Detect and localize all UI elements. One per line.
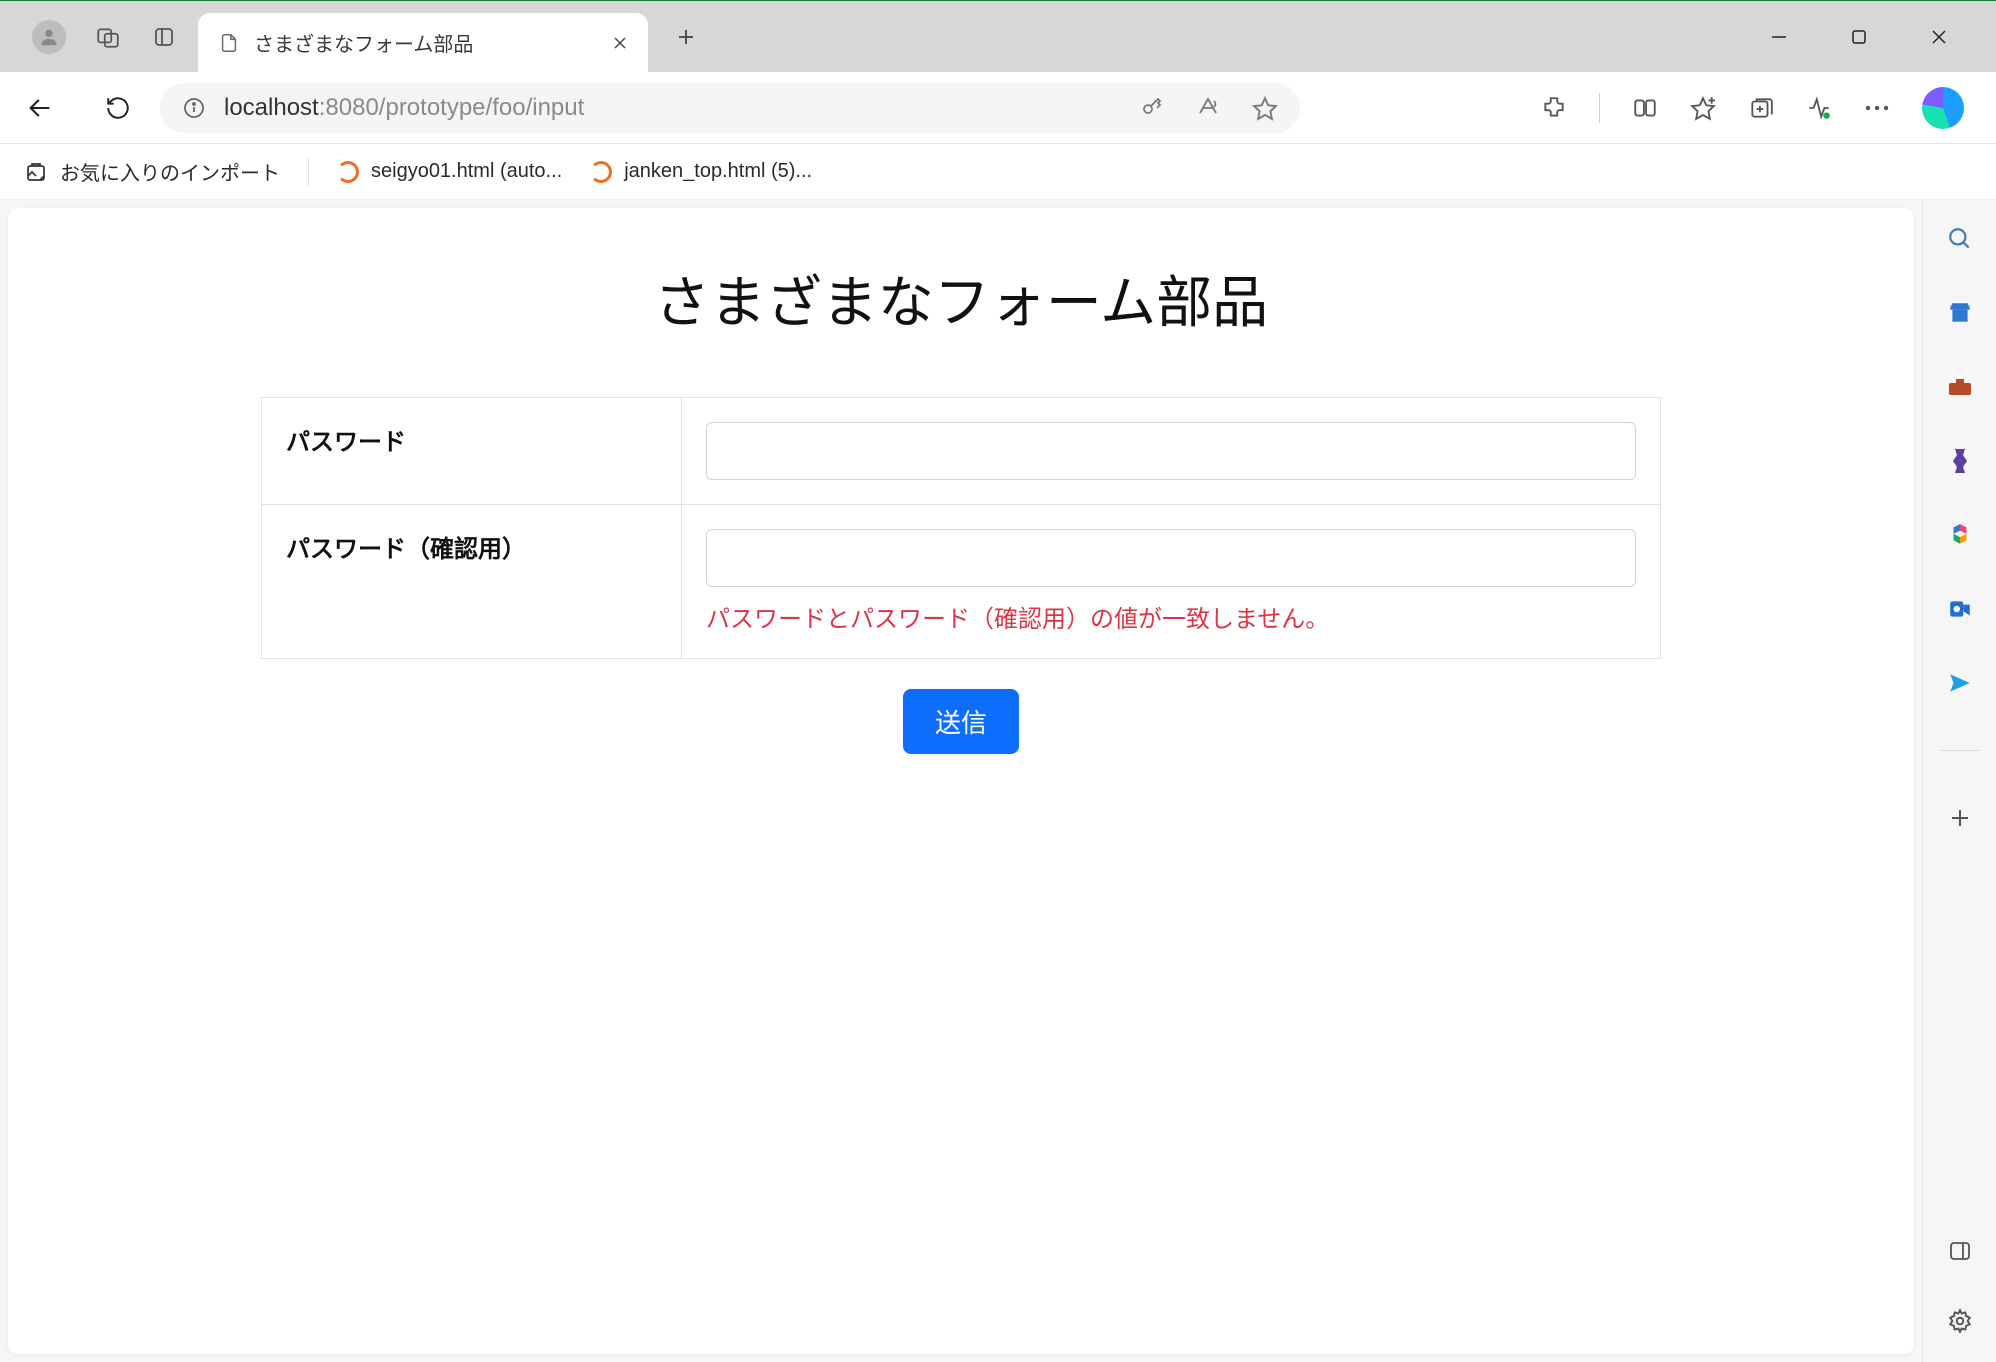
page-title: さまざまなフォーム部品 [261, 258, 1661, 339]
favorites-icon[interactable] [1690, 95, 1716, 121]
person-icon [38, 26, 60, 48]
bookmark-item[interactable]: seigyo01.html (auto... [337, 160, 562, 183]
sidebar-games-icon[interactable] [1945, 446, 1975, 476]
sidebar-tools-icon[interactable] [1945, 372, 1975, 402]
sidebar-search-icon[interactable] [1945, 224, 1975, 254]
password-key-icon[interactable] [1140, 95, 1164, 121]
browser-toolbar: localhost:8080/prototype/foo/input [0, 72, 1996, 144]
password-input[interactable] [706, 422, 1636, 480]
refresh-button[interactable] [98, 88, 138, 128]
new-tab-button[interactable] [672, 23, 700, 51]
error-message: パスワードとパスワード（確認用）の値が一致しません。 [706, 599, 1636, 634]
address-bar[interactable]: localhost:8080/prototype/foo/input [160, 83, 1300, 133]
url-text: localhost:8080/prototype/foo/input [224, 94, 584, 122]
bookmark-label: janken_top.html (5)... [624, 160, 812, 183]
form-table: パスワード パスワード（確認用） パスワードとパスワード（確認用）の値が一致しま… [261, 397, 1661, 659]
copilot-icon[interactable] [1922, 87, 1964, 129]
loading-spinner-icon [337, 161, 359, 183]
titlebar-left [8, 20, 178, 54]
ellipsis-icon [1864, 104, 1890, 112]
browser-titlebar: さまざまなフォーム部品 [0, 0, 1996, 72]
page-icon [218, 32, 240, 54]
bookmarks-import-label: お気に入りのインポート [60, 157, 280, 186]
window-maximize-button[interactable] [1846, 24, 1872, 50]
read-aloud-icon[interactable] [1196, 95, 1220, 121]
url-port: :8080 [319, 94, 379, 121]
split-screen-icon[interactable] [1632, 95, 1658, 121]
url-path: /prototype/foo/input [379, 94, 584, 121]
page-viewport: さまざまなフォーム部品 パスワード パスワード（確認用） パスワードとパスワード… [8, 208, 1914, 1354]
minimize-icon [1769, 27, 1789, 47]
sidebar-panel-icon[interactable] [1945, 1236, 1975, 1266]
arrow-left-icon [26, 94, 54, 122]
plus-icon [1949, 807, 1971, 829]
sidebar-settings-icon[interactable] [1945, 1306, 1975, 1336]
more-menu-button[interactable] [1864, 104, 1890, 112]
sidebar-shopping-icon[interactable] [1945, 298, 1975, 328]
gear-icon [1947, 1308, 1973, 1334]
password-confirm-input[interactable] [706, 529, 1636, 587]
sidebar-send-icon[interactable] [1945, 668, 1975, 698]
loading-spinner-icon [590, 161, 612, 183]
bookmarks-import-button[interactable]: お気に入りのインポート [24, 157, 280, 186]
refresh-icon [105, 95, 131, 121]
close-icon [1929, 27, 1949, 47]
submit-wrap: 送信 [261, 689, 1661, 754]
field-label: パスワード [262, 398, 682, 505]
close-icon [612, 35, 628, 51]
url-host: localhost [224, 94, 319, 121]
bookmark-label: seigyo01.html (auto... [371, 160, 562, 183]
toolbar-actions [1541, 87, 1976, 129]
page-content: さまざまなフォーム部品 パスワード パスワード（確認用） パスワードとパスワード… [261, 258, 1661, 754]
favorite-star-icon[interactable] [1252, 95, 1278, 121]
back-button[interactable] [20, 88, 60, 128]
bookmarks-bar: お気に入りのインポート seigyo01.html (auto... janke… [0, 144, 1996, 200]
field-cell [682, 398, 1661, 505]
bookmark-separator [308, 158, 309, 186]
toolbar-separator [1599, 93, 1600, 123]
address-bar-actions [1140, 95, 1278, 121]
import-icon [24, 160, 48, 184]
window-close-button[interactable] [1926, 24, 1952, 50]
bookmark-item[interactable]: janken_top.html (5)... [590, 160, 812, 183]
field-label: パスワード（確認用） [262, 505, 682, 659]
content-area: さまざまなフォーム部品 パスワード パスワード（確認用） パスワードとパスワード… [0, 200, 1996, 1362]
sidebar-add-button[interactable] [1945, 803, 1975, 833]
collections-icon[interactable] [1748, 95, 1774, 121]
field-cell: パスワードとパスワード（確認用）の値が一致しません。 [682, 505, 1661, 659]
maximize-icon [1850, 28, 1868, 46]
extensions-icon[interactable] [1541, 95, 1567, 121]
sidebar-bottom [1945, 1236, 1975, 1362]
profile-avatar[interactable] [32, 20, 66, 54]
window-controls [1766, 24, 1988, 50]
browser-tab[interactable]: さまざまなフォーム部品 [198, 13, 648, 73]
tab-close-button[interactable] [610, 33, 630, 53]
tab-actions-icon[interactable] [150, 23, 178, 51]
workspaces-icon[interactable] [94, 23, 122, 51]
table-row: パスワード [262, 398, 1661, 505]
sidebar-outlook-icon[interactable] [1945, 594, 1975, 624]
window-minimize-button[interactable] [1766, 24, 1792, 50]
table-row: パスワード（確認用） パスワードとパスワード（確認用）の値が一致しません。 [262, 505, 1661, 659]
performance-icon[interactable] [1806, 95, 1832, 121]
tab-title: さまざまなフォーム部品 [254, 28, 596, 57]
plus-icon [676, 27, 696, 47]
site-info-icon[interactable] [182, 96, 206, 120]
sidebar-divider [1941, 750, 1979, 751]
edge-sidebar [1922, 200, 1996, 1362]
submit-button[interactable]: 送信 [903, 689, 1019, 754]
sidebar-m365-icon[interactable] [1945, 520, 1975, 550]
